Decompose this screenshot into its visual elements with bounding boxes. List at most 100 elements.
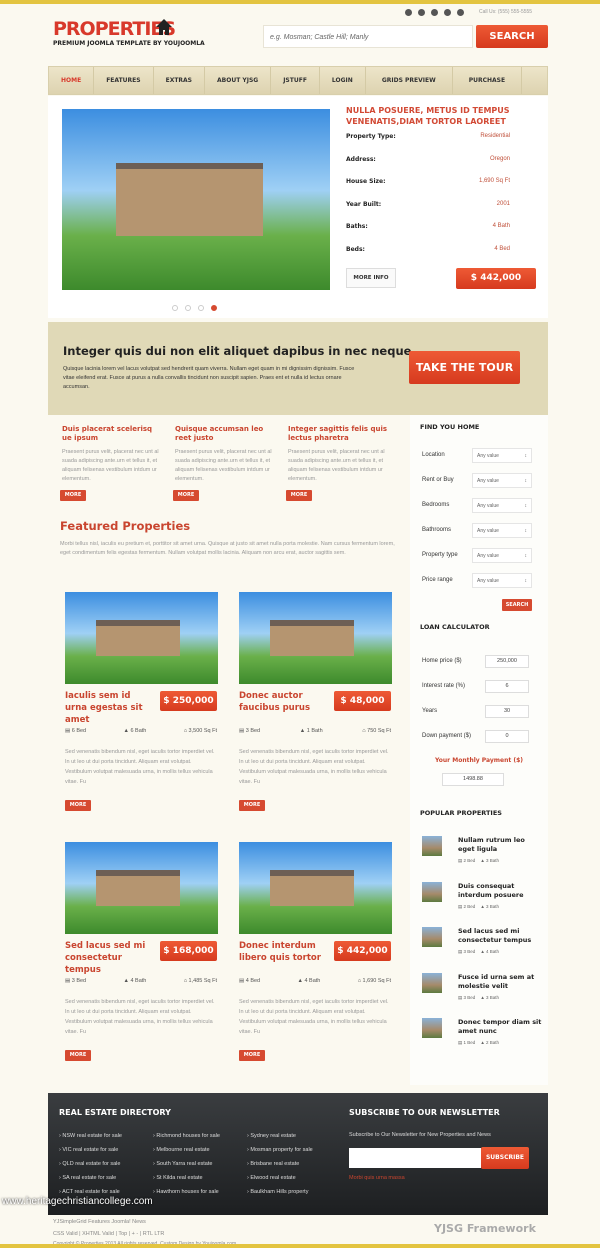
- more-button[interactable]: MORE: [65, 1050, 91, 1061]
- loan-input[interactable]: 6: [485, 680, 529, 693]
- popular-item[interactable]: Duis consequat interdum posuere ▤ 2 Bed ▲…: [422, 881, 543, 910]
- footer-valid-links[interactable]: CSS Valid | XHTML Valid | Top | + - | RT…: [53, 1231, 164, 1237]
- slide-dot[interactable]: [198, 305, 204, 311]
- more-button[interactable]: MORE: [60, 490, 86, 501]
- find-label: Bathrooms: [422, 527, 452, 533]
- find-label: Bedrooms: [422, 502, 450, 508]
- slide-title[interactable]: NULLA POSUERE, METUS ID TEMPUS VENENATIS…: [346, 105, 546, 127]
- property-image[interactable]: [65, 592, 218, 684]
- popular-thumbnail[interactable]: [422, 881, 442, 902]
- newsletter-email-input[interactable]: [349, 1148, 481, 1168]
- directory-link-label: St Kilda real estate: [156, 1175, 203, 1181]
- property-title[interactable]: Iaculis sem id urna egestas sit amet: [65, 690, 155, 726]
- popular-name[interactable]: Duis consequat interdum posuere: [458, 882, 543, 900]
- popular-name[interactable]: Sed lacus sed mi consectetur tempus: [458, 927, 543, 945]
- popular-item[interactable]: Donec tempor diam sit amet nunc ▤ 1 Bed ▲…: [422, 1018, 543, 1046]
- find-select[interactable]: Any value ↕: [472, 498, 532, 513]
- slide-dot[interactable]: [172, 305, 178, 311]
- directory-link[interactable]: › Brisbane real estate: [247, 1157, 299, 1171]
- column-title[interactable]: Duis placerat scelerisq ue ipsum: [62, 425, 162, 443]
- directory-link-label: Brisbane real estate: [250, 1161, 300, 1167]
- find-select[interactable]: Any value ↕: [472, 448, 532, 463]
- directory-link[interactable]: › Elwood real estate: [247, 1171, 296, 1185]
- property-title[interactable]: Donec auctor faucibus purus: [239, 690, 329, 714]
- google-icon[interactable]: [444, 9, 451, 16]
- more-button[interactable]: MORE: [239, 800, 265, 811]
- popular-thumbnail[interactable]: [422, 836, 442, 856]
- house-size-icon: ⌂ 3,500 Sq Ft: [183, 728, 217, 734]
- directory-link[interactable]: › Melbourne real estate: [153, 1143, 210, 1157]
- directory-link[interactable]: › Baulkham Hills property: [247, 1185, 308, 1199]
- nav-grids-preview[interactable]: GRIDS PREVIEW: [366, 67, 453, 94]
- directory-link[interactable]: › Richmond houses for sale: [153, 1129, 220, 1143]
- find-search-button[interactable]: SEARCH: [502, 599, 532, 611]
- directory-link[interactable]: › South Yarra real estate: [153, 1157, 212, 1171]
- popular-name[interactable]: Nullam rutrum leo eget ligula: [458, 836, 543, 854]
- directory-link-label: NSW real estate for sale: [62, 1133, 122, 1139]
- take-tour-button[interactable]: TAKE THE TOUR: [409, 351, 520, 384]
- footer-links[interactable]: YJSimpleGrid Features Joomla! News: [53, 1219, 146, 1225]
- more-button[interactable]: MORE: [286, 490, 312, 501]
- property-image[interactable]: [239, 592, 392, 684]
- property-image[interactable]: [65, 842, 218, 934]
- pinterest-icon[interactable]: [418, 9, 425, 16]
- loan-input[interactable]: 250,000: [485, 655, 529, 668]
- select-arrows-icon: ↕: [524, 478, 528, 484]
- popular-item[interactable]: Nullam rutrum leo eget ligula ▤ 2 Bed ▲ 3…: [422, 836, 543, 864]
- nav-jstuff[interactable]: JSTUFF: [271, 67, 320, 94]
- more-info-button[interactable]: MORE INFO: [346, 268, 396, 288]
- directory-link[interactable]: › SA real estate for sale: [59, 1171, 116, 1185]
- linkedin-icon[interactable]: [431, 9, 438, 16]
- more-button[interactable]: MORE: [239, 1050, 265, 1061]
- directory-link[interactable]: › ACT real estate for sale: [59, 1185, 120, 1199]
- slide-image[interactable]: [62, 109, 330, 290]
- property-image[interactable]: [239, 842, 392, 934]
- directory-link[interactable]: › Sydney real estate: [247, 1129, 296, 1143]
- directory-link[interactable]: › St Kilda real estate: [153, 1171, 203, 1185]
- detail-row: Beds: 4 Bed: [346, 246, 510, 253]
- directory-link[interactable]: › QLD real estate for sale: [59, 1157, 120, 1171]
- popular-item[interactable]: Sed lacus sed mi consectetur tempus ▤ 3 B…: [422, 927, 543, 955]
- subscribe-button[interactable]: SUBSCRIBE: [481, 1147, 529, 1169]
- find-select[interactable]: Any value ↕: [472, 523, 532, 538]
- property-title[interactable]: Sed lacus sed mi consectetur tempus: [65, 940, 155, 976]
- popular-thumbnail[interactable]: [422, 927, 442, 947]
- directory-link[interactable]: › VIC real estate for sale: [59, 1143, 118, 1157]
- directory-link[interactable]: › Hawthorn houses for sale: [153, 1185, 219, 1199]
- search-input[interactable]: e.g. Mosman; Castle Hill; Manly: [263, 25, 473, 48]
- column-title[interactable]: Quisque accumsan leo reet justo: [175, 425, 275, 443]
- popular-name[interactable]: Fusce id urna sem at molestie velit: [458, 973, 543, 991]
- nav-purchase[interactable]: PURCHASE: [453, 67, 523, 94]
- loan-input[interactable]: 0: [485, 730, 529, 743]
- nav-features[interactable]: FEATURES: [94, 67, 154, 94]
- label: Baths:: [346, 223, 368, 230]
- twitter-icon[interactable]: [405, 9, 412, 16]
- directory-link[interactable]: › Mosman property for sale: [247, 1143, 313, 1157]
- search-button[interactable]: SEARCH: [476, 25, 548, 48]
- bed-icon: ▤: [458, 903, 463, 909]
- loan-input[interactable]: 30: [485, 705, 529, 718]
- directory-link[interactable]: › NSW real estate for sale: [59, 1129, 122, 1143]
- popular-name[interactable]: Donec tempor diam sit amet nunc: [458, 1018, 543, 1036]
- more-button[interactable]: MORE: [173, 490, 199, 501]
- find-select[interactable]: Any value ↕: [472, 573, 532, 588]
- property-title[interactable]: Donec interdum libero quis tortor: [239, 940, 329, 964]
- nav-login[interactable]: LOGIN: [320, 67, 366, 94]
- nav-about[interactable]: ABOUT YJSG: [205, 67, 272, 94]
- nav-home[interactable]: HOME: [49, 67, 95, 94]
- nav-extras[interactable]: EXTRAS: [154, 67, 205, 94]
- slide-dot-active[interactable]: [211, 305, 217, 311]
- slide-dot[interactable]: [185, 305, 191, 311]
- popular-thumbnail[interactable]: [422, 1018, 442, 1038]
- column-title[interactable]: Integer sagittis felis quis lectus phare…: [288, 425, 388, 443]
- find-select[interactable]: Any value ↕: [472, 473, 532, 488]
- popular-thumbnail[interactable]: [422, 972, 442, 993]
- select-arrows-icon: ↕: [524, 503, 528, 509]
- call-us: Call Us: (555) 555-5555: [479, 9, 533, 15]
- popular-item[interactable]: Fusce id urna sem at molestie velit ▤ 3 B…: [422, 972, 543, 1001]
- property-price: $ 48,000: [334, 691, 391, 711]
- find-select[interactable]: Any value ↕: [472, 548, 532, 563]
- facebook-icon[interactable]: [457, 9, 464, 16]
- more-button[interactable]: MORE: [65, 800, 91, 811]
- top-accent-bar: [0, 0, 600, 4]
